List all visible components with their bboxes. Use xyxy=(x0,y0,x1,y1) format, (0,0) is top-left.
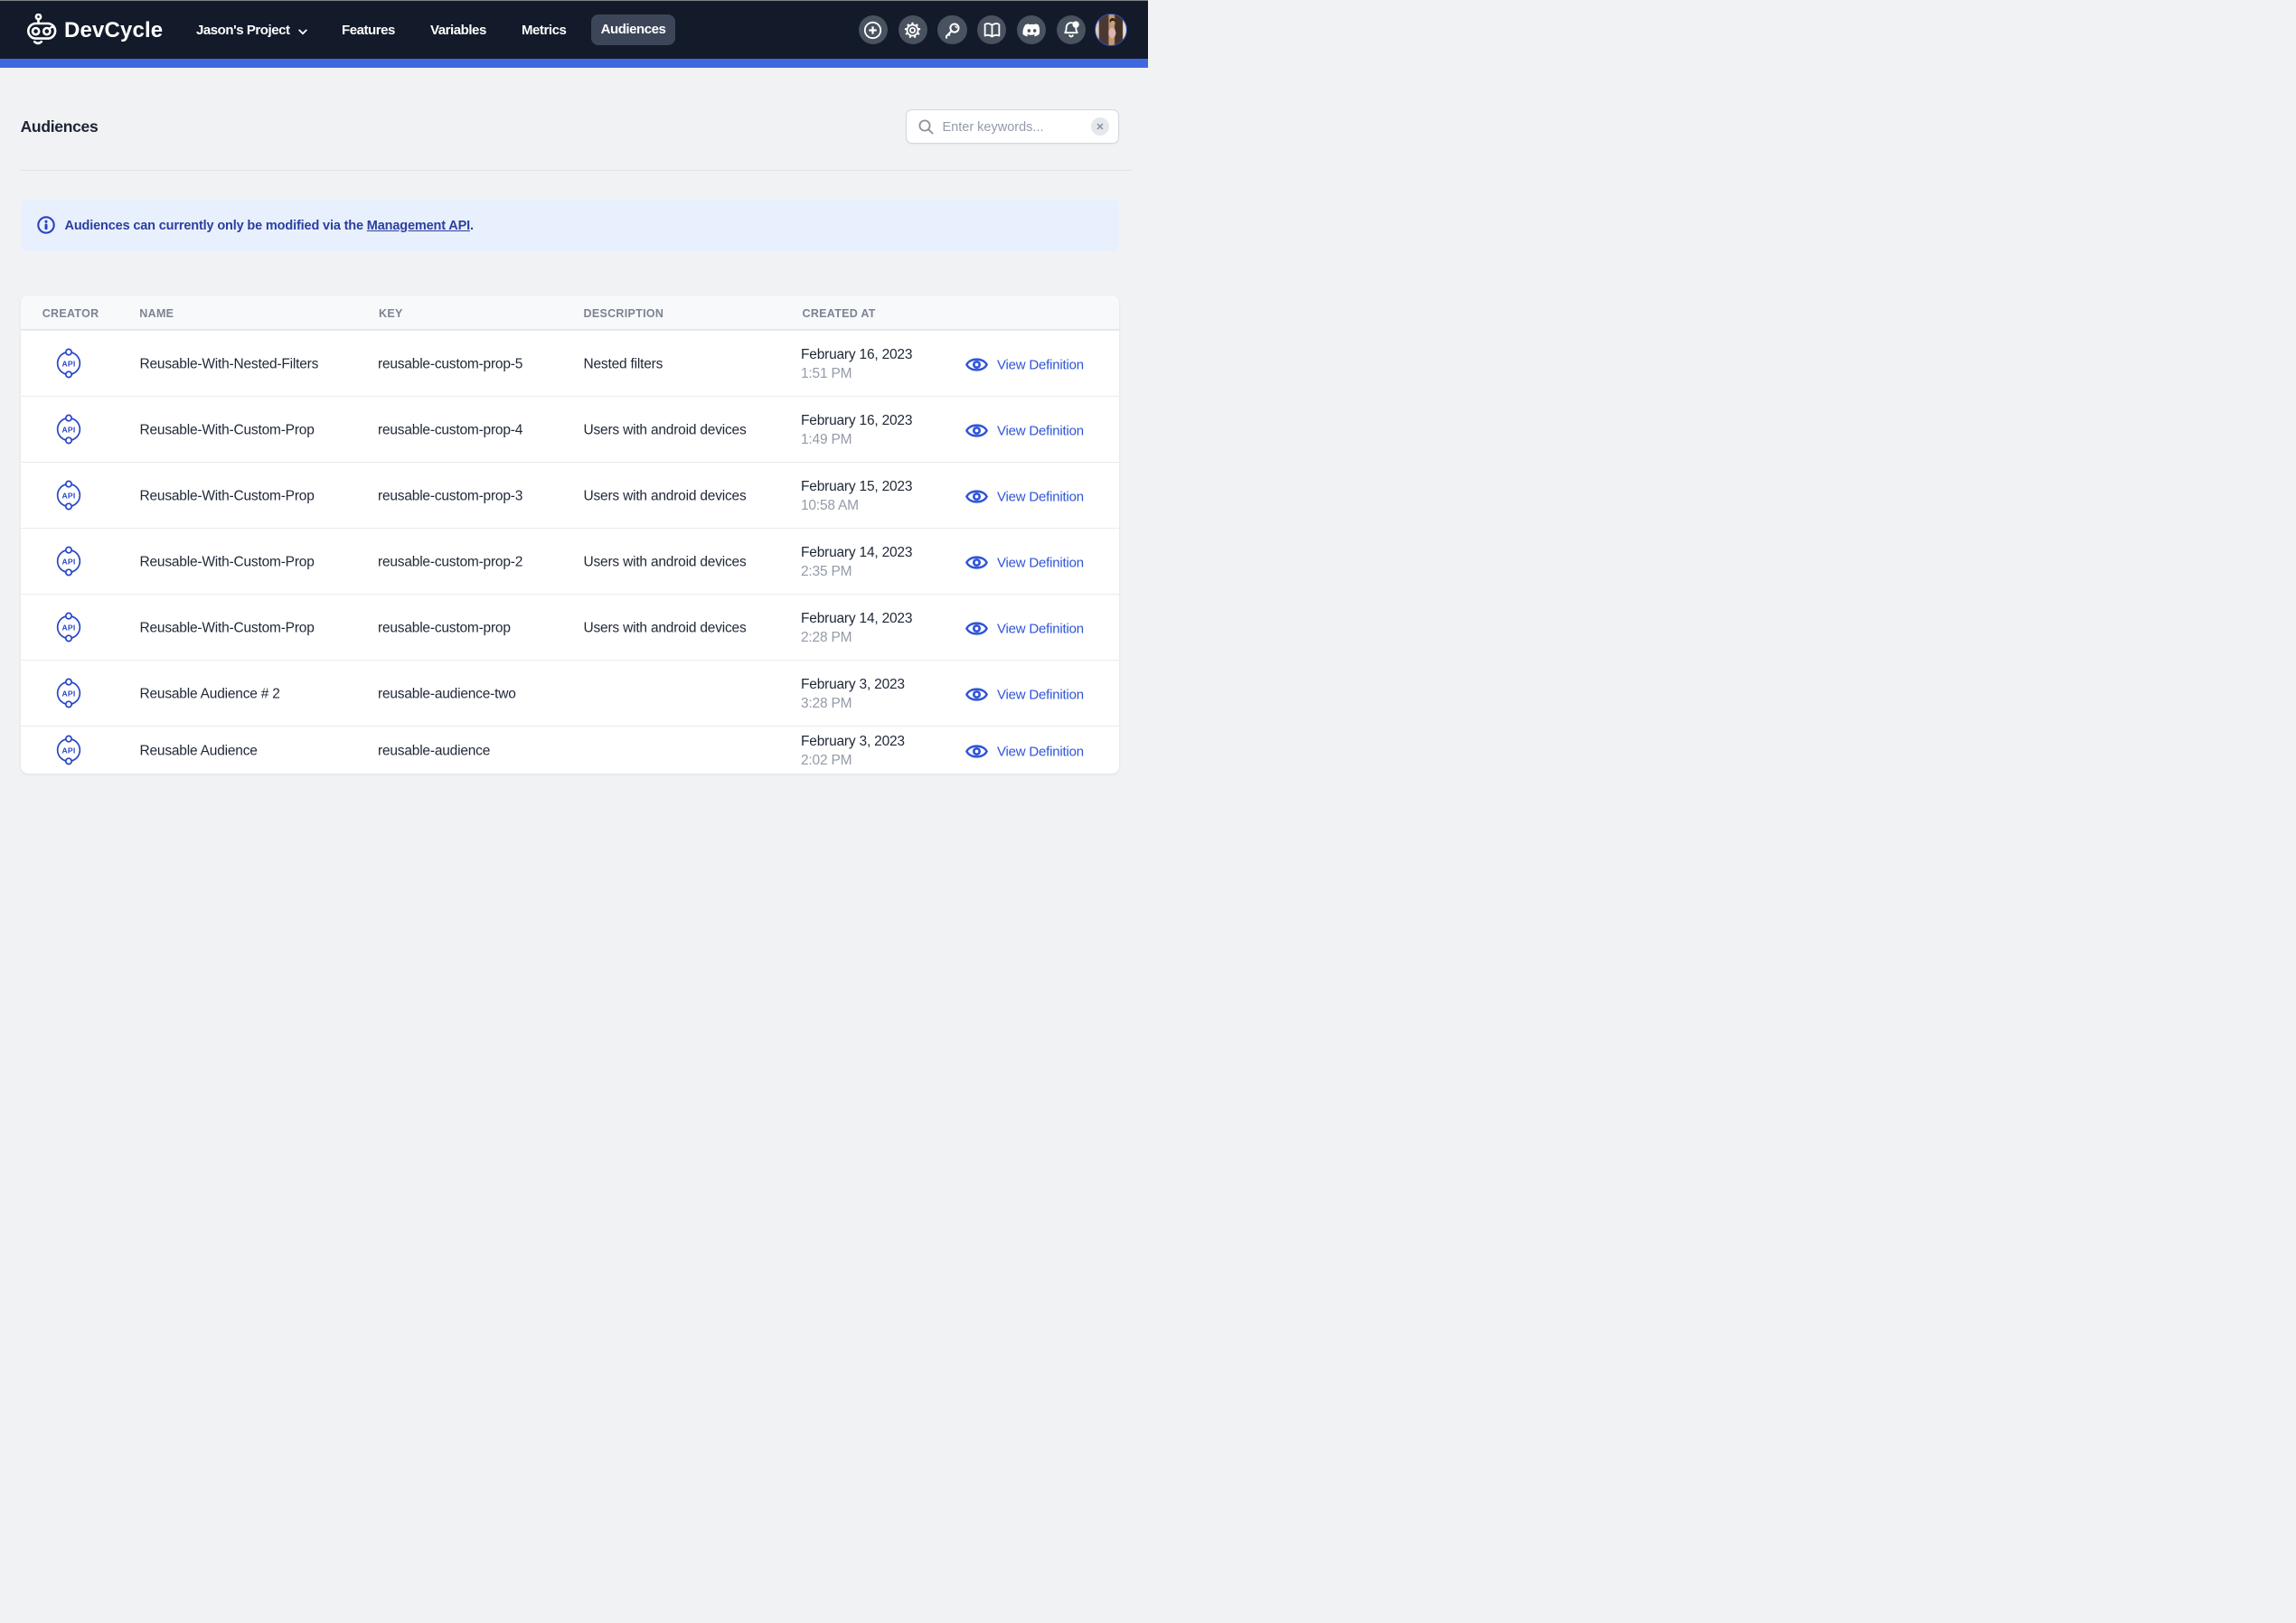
svg-text:API: API xyxy=(62,624,76,633)
svg-text:API: API xyxy=(62,492,76,501)
svg-text:API: API xyxy=(62,746,76,755)
svg-text:API: API xyxy=(62,558,76,567)
svg-text:API: API xyxy=(62,360,76,369)
svg-text:API: API xyxy=(62,690,76,699)
svg-text:API: API xyxy=(62,426,76,435)
